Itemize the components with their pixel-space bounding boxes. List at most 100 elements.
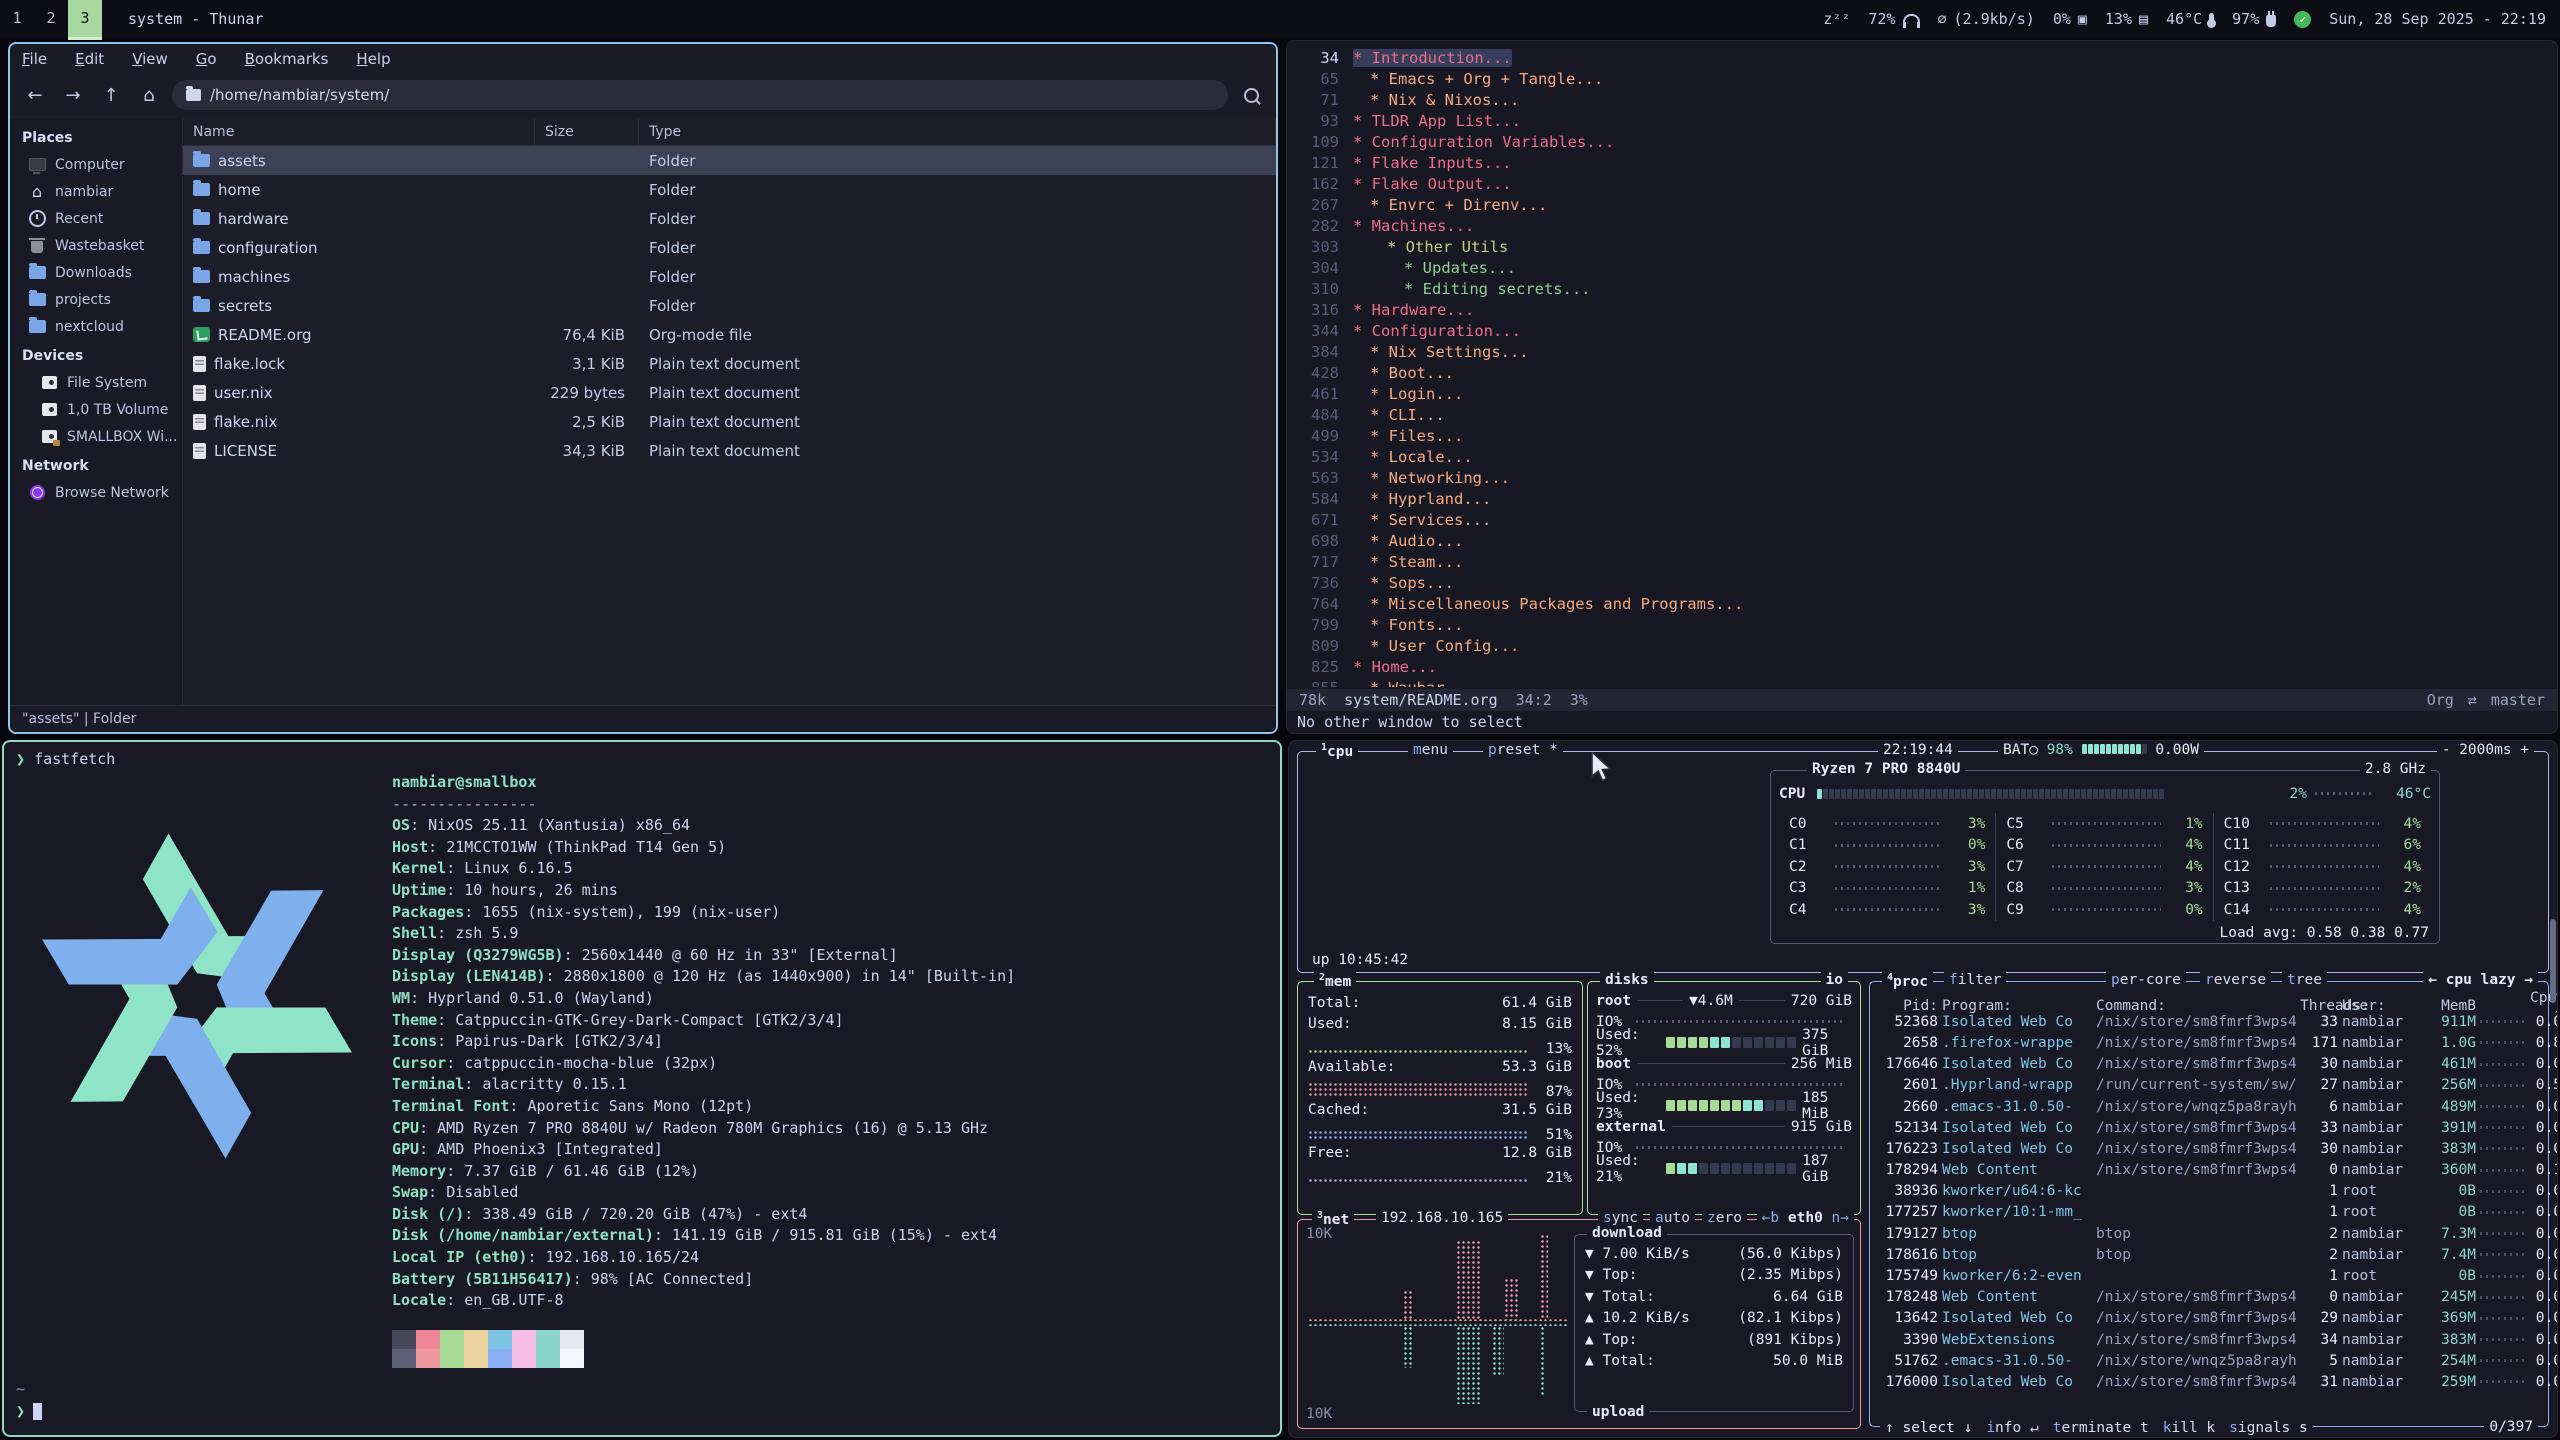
sidebar-item-browse-network[interactable]: Browse Network <box>10 479 182 506</box>
org-line[interactable]: 534* Locale... <box>1287 446 2557 467</box>
proc-row[interactable]: 177257kworker/10:1-mm_1root0B0.0 <box>1870 1202 2548 1223</box>
status-idle-indicator[interactable]: zᶻᶻ <box>1823 10 1850 28</box>
org-line[interactable]: 563* Networking... <box>1287 467 2557 488</box>
org-line[interactable]: 267* Envrc + Direnv... <box>1287 194 2557 215</box>
sidebar-item-1-0-tb-volume[interactable]: 1,0 TB Volume <box>10 396 182 423</box>
menu-bookmarks[interactable]: Bookmarks <box>245 50 329 68</box>
status-network[interactable]: ∅(2.9kb/s) <box>1938 10 2035 28</box>
proc-tree-toggle[interactable]: tree <box>2282 972 2327 988</box>
status-memory[interactable]: 13%▤ <box>2105 10 2148 28</box>
proc-footer-info[interactable]: info ↵ <box>1986 1420 2038 1436</box>
status-battery[interactable]: 97% <box>2232 10 2276 28</box>
tab-proc[interactable]: 4proc <box>1882 972 1933 990</box>
proc-column-header[interactable]: Pid: <box>1876 998 1938 1014</box>
scrollbar[interactable] <box>2550 919 2556 1003</box>
net-auto-button[interactable]: auto <box>1650 1210 1695 1226</box>
shell-input-line[interactable]: ❯ <box>16 1402 42 1420</box>
proc-row[interactable]: 176223Isolated Web Co/nix/store/sm8fmrf3… <box>1870 1138 2548 1159</box>
file-row[interactable]: machinesFolder <box>183 262 1276 291</box>
proc-row[interactable]: 178616btopbtop2nambiar7.4M0.0 <box>1870 1244 2548 1265</box>
org-line[interactable]: 764* Miscellaneous Packages and Programs… <box>1287 593 2557 614</box>
org-line[interactable]: 121* Flake Inputs... <box>1287 152 2557 173</box>
menu-file[interactable]: File <box>22 50 47 68</box>
file-row[interactable]: hardwareFolder <box>183 204 1276 233</box>
proc-percore-toggle[interactable]: per-core <box>2106 972 2186 988</box>
proc-row[interactable]: 38936kworker/u64:6-kc1root0B0.0 <box>1870 1181 2548 1202</box>
proc-column-header[interactable]: Command: <box>2096 998 2296 1014</box>
org-line[interactable]: 855* Waubar... <box>1287 677 2557 687</box>
menu-help[interactable]: Help <box>356 50 390 68</box>
path-bar[interactable]: /home/nambiar/system/ <box>172 80 1228 110</box>
org-line[interactable]: 109* Configuration Variables... <box>1287 131 2557 152</box>
sidebar-item-computer[interactable]: Computer <box>10 151 182 178</box>
proc-footer-signals[interactable]: signals s <box>2229 1420 2308 1436</box>
file-row[interactable]: user.nix229 bytesPlain text document <box>183 378 1276 407</box>
org-line[interactable]: 484* CLI... <box>1287 404 2557 425</box>
btop-preset-button[interactable]: preset * <box>1483 742 1563 758</box>
proc-footer-kill[interactable]: kill k <box>2163 1420 2215 1436</box>
org-line[interactable]: 809* User Config... <box>1287 635 2557 656</box>
org-line[interactable]: 825* Home... <box>1287 656 2557 677</box>
up-button[interactable]: ↑ <box>96 80 126 110</box>
proc-row[interactable]: 2658.firefox-wrappe/nix/store/sm8fmrf3wp… <box>1870 1032 2548 1053</box>
proc-row[interactable]: 178294Web Content/nix/store/sm8fmrf3wps4… <box>1870 1160 2548 1181</box>
proc-row[interactable]: 3390WebExtensions/nix/store/sm8fmrf3wps4… <box>1870 1329 2548 1350</box>
org-line[interactable]: 384* Nix Settings... <box>1287 341 2557 362</box>
proc-row[interactable]: 51762.emacs-31.0.50-/nix/store/wnqz5pa8r… <box>1870 1350 2548 1371</box>
proc-row[interactable]: 175749kworker/6:2-even1root0B0.0 <box>1870 1265 2548 1286</box>
org-line[interactable]: 303* Other Utils <box>1287 236 2557 257</box>
column-header-type[interactable]: Type <box>639 118 1276 145</box>
sidebar-item-projects[interactable]: projects <box>10 286 182 313</box>
proc-filter-button[interactable]: filter <box>1944 972 2006 988</box>
sidebar-item-downloads[interactable]: Downloads <box>10 259 182 286</box>
back-button[interactable]: ← <box>20 80 50 110</box>
file-row[interactable]: flake.nix2,5 KiBPlain text document <box>183 407 1276 436</box>
sidebar-item-nambiar[interactable]: ⌂nambiar <box>10 178 182 205</box>
sidebar-item-wastebasket[interactable]: Wastebasket <box>10 232 182 259</box>
proc-row[interactable]: 176000Isolated Web Co/nix/store/sm8fmrf3… <box>1870 1371 2548 1392</box>
proc-reverse-toggle[interactable]: reverse <box>2200 972 2271 988</box>
org-line[interactable]: 499* Files... <box>1287 425 2557 446</box>
proc-column-header[interactable]: MemB <box>2424 998 2476 1014</box>
org-line[interactable]: 698* Audio... <box>1287 530 2557 551</box>
net-sync-button[interactable]: sync <box>1598 1210 1643 1226</box>
status-clock[interactable]: Sun, 28 Sep 2025 - 22:19 <box>2329 10 2546 28</box>
proc-row[interactable]: 52134Isolated Web Co/nix/store/sm8fmrf3w… <box>1870 1117 2548 1138</box>
net-interface[interactable]: ←b eth0 n→ <box>1757 1210 1854 1226</box>
status-cpu[interactable]: 0%▣ <box>2053 10 2087 28</box>
search-button[interactable] <box>1236 80 1266 110</box>
sidebar-item-file-system[interactable]: File System <box>10 369 182 396</box>
proc-sort-selector[interactable]: ← cpu lazy → <box>2423 972 2538 988</box>
status-volume[interactable]: 72% <box>1868 10 1919 28</box>
proc-footer-[interactable]: ↑ select ↓ <box>1885 1420 1972 1436</box>
file-row[interactable]: assetsFolder <box>183 146 1276 175</box>
workspace-1[interactable]: 1 <box>0 0 34 37</box>
column-header-name[interactable]: Name <box>183 118 535 145</box>
org-line[interactable]: 71* Nix & Nixos... <box>1287 89 2557 110</box>
org-line[interactable]: 282* Machines... <box>1287 215 2557 236</box>
menu-edit[interactable]: Edit <box>75 50 104 68</box>
tab-mem[interactable]: 2mem <box>1314 972 1356 990</box>
org-line[interactable]: 65* Emacs + Org + Tangle... <box>1287 68 2557 89</box>
forward-button[interactable]: → <box>58 80 88 110</box>
org-line[interactable]: 671* Services... <box>1287 509 2557 530</box>
org-line[interactable]: 316* Hardware... <box>1287 299 2557 320</box>
org-line[interactable]: 584* Hyprland... <box>1287 488 2557 509</box>
file-row[interactable]: flake.lock3,1 KiBPlain text document <box>183 349 1276 378</box>
menu-view[interactable]: View <box>132 50 168 68</box>
workspace-3[interactable]: 3 <box>68 0 102 40</box>
sidebar-item-nextcloud[interactable]: nextcloud <box>10 313 182 340</box>
file-row[interactable]: README.org76,4 KiBOrg-mode file <box>183 320 1276 349</box>
org-line[interactable]: 34* Introduction... <box>1287 47 2557 68</box>
disks-io-toggle[interactable]: io <box>1821 972 1848 988</box>
org-line[interactable]: 93* TLDR App List... <box>1287 110 2557 131</box>
org-line[interactable]: 344* Configuration... <box>1287 320 2557 341</box>
proc-row[interactable]: 2660.emacs-31.0.50-/nix/store/wnqz5pa8ra… <box>1870 1096 2548 1117</box>
btop-menu-button[interactable]: menu <box>1408 742 1453 758</box>
org-line[interactable]: 736* Sops... <box>1287 572 2557 593</box>
net-zero-button[interactable]: zero <box>1702 1210 1747 1226</box>
proc-column-header[interactable]: Program: <box>1942 998 2092 1014</box>
proc-row[interactable]: 2601.Hyprland-wrapp/run/current-system/s… <box>1870 1075 2548 1096</box>
file-row[interactable]: homeFolder <box>183 175 1276 204</box>
proc-column-header[interactable]: User: <box>2342 998 2420 1014</box>
